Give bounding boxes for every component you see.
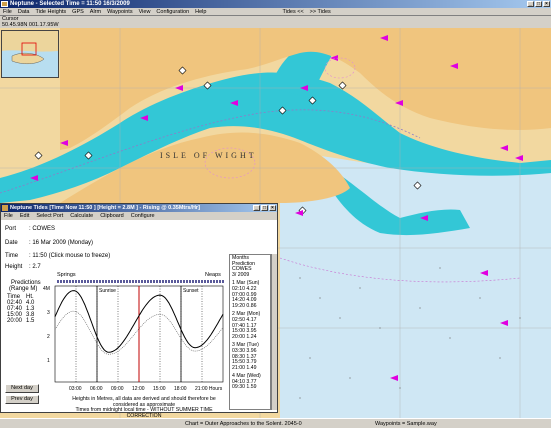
list-item: 21:00 1.49 [232, 364, 257, 371]
status-bar: Chart = Outer Approaches to the Solent. … [0, 418, 551, 428]
date-label: Date [5, 240, 18, 246]
pred-height: 1.5 [26, 318, 35, 324]
predictions-table: Time Ht. 02:40 4.0 07:40 1.3 15:00 3.8 20:00… [5, 294, 36, 324]
y-tick: 3 [47, 310, 50, 316]
port-label: Port [5, 226, 17, 232]
time-label: Time [5, 253, 19, 259]
tides-minimize-button[interactable]: _ [253, 205, 260, 211]
y-tick: 2 [47, 334, 50, 340]
tides-title-bar: Neptune Tides [Time Now 11:50 ] [Height … [1, 204, 277, 212]
sunrise-label: Sunrise [99, 288, 116, 294]
menu-alarm[interactable]: Alrm [90, 9, 101, 15]
x-tick: 03:00 [69, 386, 82, 392]
tides-menu-calculate[interactable]: Calculate [70, 212, 93, 220]
springs-label: Springs [57, 272, 76, 278]
date-value: : 16 Mar 2009 (Monday) [29, 240, 94, 246]
close-button[interactable]: × [543, 1, 550, 7]
height-label: Height [5, 264, 23, 270]
time-value: : 11:50 (Click mouse to freeze) [29, 253, 111, 259]
pred-time: 20:00 [7, 318, 23, 324]
height-row: Height : 2.7 [5, 264, 41, 270]
status-waypoints: Waypoints = Sample.way [375, 421, 437, 427]
predictions-range: (Range M) [9, 286, 38, 292]
menu-waypoints[interactable]: Waypoints [107, 9, 132, 15]
tides-menu-select-port[interactable]: Select Port [36, 212, 63, 220]
tides-footnote: Heights in Metres, all data are derived … [59, 396, 229, 419]
cursor-readout: Cursor 50.45.98N 001.17.95W [0, 16, 551, 28]
next-day-button[interactable]: Next day [5, 384, 39, 393]
maximize-button[interactable]: □ [535, 1, 542, 7]
tides-menu-clipboard[interactable]: Clipboard [100, 212, 124, 220]
menu-help[interactable]: Help [195, 9, 206, 15]
tides-menu-edit[interactable]: Edit [20, 212, 29, 220]
menu-configuration[interactable]: Configuration [156, 9, 189, 15]
port-value: : COWES [29, 226, 56, 232]
monthly-prediction-list[interactable]: Months Prediction COWES 3/ 2009 1 Mar (S… [229, 254, 271, 410]
tides-next-button[interactable]: >> Tides [310, 9, 331, 15]
list-item: 09:30 1.59 [232, 384, 257, 391]
list-item: 20:00 1.24 [232, 333, 257, 340]
predictions-panel: Predictions (Range M) Time Ht. 02:40 4.0 0… [5, 280, 41, 324]
minimize-button[interactable]: _ [527, 1, 534, 7]
island-label: ISLE OF WIGHT [160, 151, 257, 160]
tides-close-button[interactable]: × [269, 205, 276, 211]
overview-inset-map[interactable] [1, 30, 59, 78]
menu-data[interactable]: Data [18, 9, 30, 15]
springs-neaps-bar [57, 280, 225, 283]
menu-tide-heights[interactable]: Tide Heights [36, 9, 67, 15]
time-row: Time : 11:50 (Click mouse to freeze) [5, 253, 110, 259]
sunset-label: Sunset [183, 288, 199, 294]
app-icon[interactable] [1, 1, 8, 7]
menu-gps[interactable]: GPS [72, 9, 84, 15]
app-title-bar: Neptune - Selected Time = 11:50 16/3/200… [0, 0, 551, 8]
x-tick: 12:00 [132, 386, 145, 392]
date-row: Date : 16 Mar 2009 (Monday) [5, 240, 93, 246]
x-tick: 21:00 Hours [195, 386, 223, 392]
menu-bar: File Data Tide Heights GPS Alrm Waypoint… [0, 8, 551, 16]
tides-maximize-button[interactable]: □ [261, 205, 268, 211]
x-tick: 15:00 [153, 386, 166, 392]
tide-graph[interactable]: 4M 3 2 1 Sunrise Sunset 03:00 06:00 09:0… [41, 284, 229, 396]
tides-menu-file[interactable]: File [4, 212, 13, 220]
list-item: 19:20 0.86 [232, 302, 257, 309]
y-tick: 4M [43, 286, 50, 292]
monthly-month: 3/ 2009 [232, 271, 250, 278]
tides-menu-configure[interactable]: Configure [131, 212, 155, 220]
monthly-days: 1 Mar (Sun) 02:10 4.22 07:00 0.99 14:20 4.0… [232, 281, 268, 391]
monthly-scrollbar[interactable] [271, 254, 277, 410]
tides-menu-bar: File Edit Select Port Calculate Clipboar… [1, 212, 277, 220]
port-row: Port : COWES [5, 226, 55, 232]
prev-day-button[interactable]: Prev day [5, 395, 39, 404]
tides-prev-button[interactable]: Tides << [282, 9, 303, 15]
x-tick: 09:00 [111, 386, 124, 392]
neaps-label: Neaps [205, 272, 221, 278]
table-row: 20:00 1.5 [5, 318, 36, 324]
tides-app-icon[interactable] [2, 205, 8, 211]
menu-file[interactable]: File [3, 9, 12, 15]
x-tick: 06:00 [90, 386, 103, 392]
x-tick: 18:00 [174, 386, 187, 392]
status-chart: Chart = Outer Approaches to the Solent. … [185, 421, 302, 427]
tides-title: Neptune Tides [Time Now 11:50 ] [Height … [10, 205, 200, 211]
height-value: : 2.7 [29, 264, 41, 270]
y-tick: 1 [47, 358, 50, 364]
tides-body: Port : COWES Date : 16 Mar 2009 (Monday) T… [1, 220, 277, 418]
tides-window[interactable]: Neptune Tides [Time Now 11:50 ] [Height … [0, 203, 278, 418]
menu-view[interactable]: View [139, 9, 151, 15]
window-title: Neptune - Selected Time = 11:50 16/3/200… [10, 1, 130, 7]
